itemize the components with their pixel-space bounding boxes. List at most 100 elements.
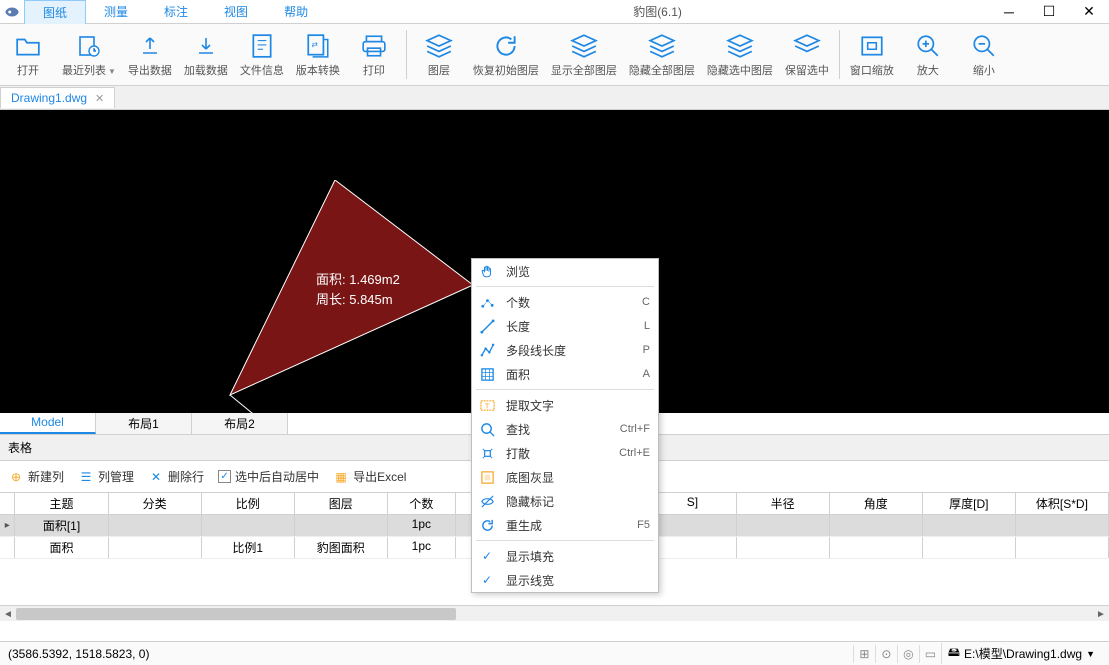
menu-annotate[interactable]: 标注 xyxy=(146,0,206,24)
cell[interactable]: 1pc xyxy=(388,515,456,536)
file-tab[interactable]: Drawing1.dwg ✕ xyxy=(0,87,115,108)
scroll-thumb[interactable] xyxy=(16,608,456,620)
layers-show-icon xyxy=(570,32,598,60)
ribbon-print[interactable]: 打印 xyxy=(346,24,402,85)
print-icon xyxy=(360,32,388,60)
maximize-button[interactable]: ☐ xyxy=(1029,0,1069,24)
ribbon-layers[interactable]: 图层 xyxy=(411,24,467,85)
ribbon-layers-sel[interactable]: 隐藏选中图层 xyxy=(701,24,779,85)
ribbon-label: 最近列表▼ xyxy=(62,62,116,78)
tab-model[interactable]: Model xyxy=(0,413,96,434)
cell[interactable] xyxy=(109,537,202,558)
menu-view[interactable]: 视图 xyxy=(206,0,266,24)
ribbon-convert[interactable]: ⇄版本转换 xyxy=(290,24,346,85)
ctx-shortcut: Ctrl+E xyxy=(619,447,650,459)
dim-icon xyxy=(478,468,496,486)
shape-measurements: 面积: 1.469m2 周长: 5.845m xyxy=(316,270,400,309)
cell[interactable] xyxy=(295,515,388,536)
ribbon-info[interactable]: 文件信息 xyxy=(234,24,290,85)
autocenter-checkbox[interactable]: ✓选中后自动居中 xyxy=(218,468,319,485)
ctx-label: 个数 xyxy=(506,294,632,311)
status-icon-3[interactable]: ◎ xyxy=(897,645,919,663)
cell[interactable] xyxy=(649,515,736,536)
cell[interactable] xyxy=(737,537,830,558)
status-icon-4[interactable]: ▭ xyxy=(919,645,941,663)
col-header[interactable]: 图层 xyxy=(295,493,388,514)
cell[interactable]: 比例1 xyxy=(202,537,295,558)
cell[interactable] xyxy=(1016,515,1109,536)
ribbon-layers-show[interactable]: 显示全部图层 xyxy=(545,24,623,85)
col-header[interactable]: 分类 xyxy=(109,493,202,514)
ribbon-export[interactable]: 导出数据 xyxy=(122,24,178,85)
cell[interactable]: 面积[1] xyxy=(15,515,108,536)
ctx-explode[interactable]: 打散 Ctrl+E xyxy=(472,441,658,465)
close-button[interactable]: ✕ xyxy=(1069,0,1109,24)
col-header[interactable]: 比例 xyxy=(202,493,295,514)
ctx-dim[interactable]: 底图灰显 xyxy=(472,465,658,489)
ribbon-zoom-in[interactable]: 放大 xyxy=(900,24,956,85)
export-excel-button[interactable]: ▦导出Excel xyxy=(333,468,406,485)
ribbon-layers-keep[interactable]: 保留选中 xyxy=(779,24,835,85)
col-header[interactable]: 厚度[D] xyxy=(923,493,1016,514)
status-icon-2[interactable]: ⊙ xyxy=(875,645,897,663)
menu-help[interactable]: 帮助 xyxy=(266,0,326,24)
menu-drawing[interactable]: 图纸 xyxy=(24,0,86,24)
cell[interactable] xyxy=(109,515,202,536)
file-path[interactable]: 🖴 E:\模型\Drawing1.dwg ▼ xyxy=(941,643,1101,664)
ctx-dots[interactable]: 个数C xyxy=(472,290,658,314)
cell[interactable]: 1pc xyxy=(388,537,456,558)
ctx-text[interactable]: T提取文字 xyxy=(472,393,658,417)
ribbon-zoom-out[interactable]: 缩小 xyxy=(956,24,1012,85)
ctx-shortcut: Ctrl+F xyxy=(620,423,650,435)
col-header[interactable]: 个数 xyxy=(388,493,456,514)
area-icon xyxy=(478,365,496,383)
cell[interactable] xyxy=(830,537,923,558)
ctx-显示线宽[interactable]: ✓显示线宽 xyxy=(472,568,658,592)
scroll-right-icon[interactable]: ► xyxy=(1093,606,1109,622)
cell[interactable] xyxy=(923,515,1016,536)
col-header[interactable]: 体积[S*D] xyxy=(1016,493,1109,514)
perimeter-label: 周长: 5.845m xyxy=(316,290,400,310)
cell[interactable] xyxy=(1016,537,1109,558)
ribbon-import[interactable]: 加载数据 xyxy=(178,24,234,85)
ctx-line[interactable]: 长度L xyxy=(472,314,658,338)
col-header[interactable]: 半径 xyxy=(737,493,830,514)
tab-layout2[interactable]: 布局2 xyxy=(192,413,288,434)
col-header[interactable]: 主题 xyxy=(15,493,108,514)
menu-measure[interactable]: 测量 xyxy=(86,0,146,24)
cell[interactable]: 面积 xyxy=(15,537,108,558)
tab-layout1[interactable]: 布局1 xyxy=(96,413,192,434)
column-manage-button[interactable]: ☰列管理 xyxy=(78,468,134,485)
ctx-显示填充[interactable]: ✓显示填充 xyxy=(472,544,658,568)
status-icon-1[interactable]: ⊞ xyxy=(853,645,875,663)
ribbon-restore[interactable]: 恢复初始图层 xyxy=(467,24,545,85)
ribbon-zoom-win[interactable]: 窗口缩放 xyxy=(844,24,900,85)
ribbon-recent[interactable]: 最近列表▼ xyxy=(56,24,122,85)
col-header[interactable]: S] xyxy=(649,493,736,514)
ctx-search[interactable]: 查找Ctrl+F xyxy=(472,417,658,441)
new-column-button[interactable]: ⊕新建列 xyxy=(8,468,64,485)
ctx-hide[interactable]: 隐藏标记 xyxy=(472,489,658,513)
ctx-regen[interactable]: 重生成F5 xyxy=(472,513,658,537)
cell[interactable]: 豹图面积 xyxy=(295,537,388,558)
cell[interactable] xyxy=(202,515,295,536)
ctx-label: 打散 xyxy=(506,445,609,462)
scroll-left-icon[interactable]: ◄ xyxy=(0,606,16,622)
ctx-hand[interactable]: 浏览 xyxy=(472,259,658,283)
cell[interactable] xyxy=(737,515,830,536)
delete-row-button[interactable]: ✕删除行 xyxy=(148,468,204,485)
cell[interactable] xyxy=(923,537,1016,558)
close-tab-icon[interactable]: ✕ xyxy=(95,92,104,105)
ribbon-folder[interactable]: 打开 xyxy=(0,24,56,85)
cell[interactable] xyxy=(649,537,736,558)
ctx-area[interactable]: 面积A xyxy=(472,362,658,386)
col-header[interactable]: 角度 xyxy=(830,493,923,514)
file-tabs: Drawing1.dwg ✕ xyxy=(0,86,1109,110)
ribbon-label: 打印 xyxy=(363,62,385,78)
cell[interactable] xyxy=(830,515,923,536)
horizontal-scrollbar[interactable]: ◄ ► xyxy=(0,605,1109,621)
ribbon-layers-hide[interactable]: 隐藏全部图层 xyxy=(623,24,701,85)
dots-icon xyxy=(478,293,496,311)
ctx-poly[interactable]: 多段线长度P xyxy=(472,338,658,362)
minimize-button[interactable]: ─ xyxy=(989,0,1029,24)
